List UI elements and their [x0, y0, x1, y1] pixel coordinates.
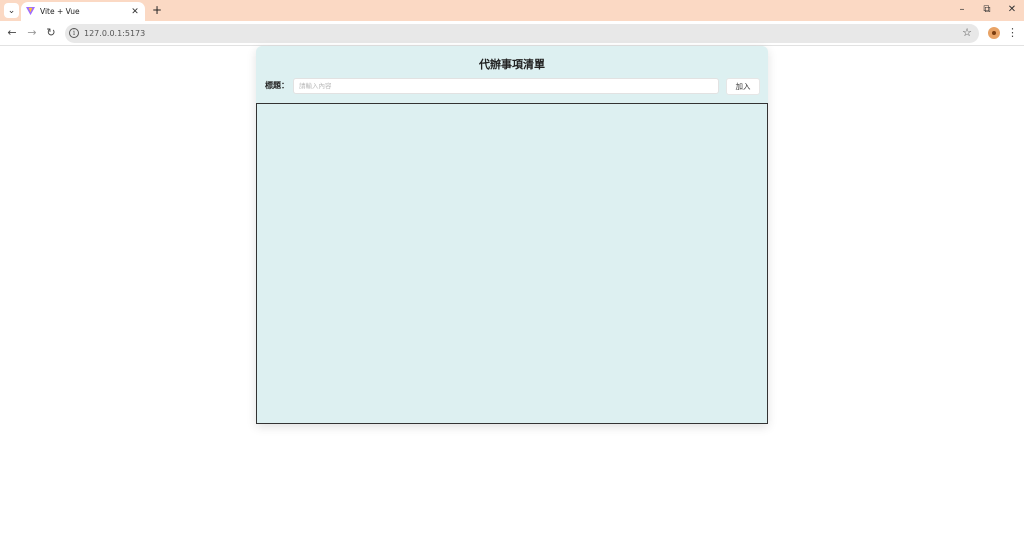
page-title: 代辦事項清單	[479, 58, 545, 71]
browser-toolbar: ← → ↻ i 127.0.0.1:5173 ☆ ⋮	[0, 21, 1024, 46]
address-url[interactable]: 127.0.0.1:5173	[84, 27, 145, 40]
todo-list	[256, 103, 768, 424]
address-bar[interactable]: i 127.0.0.1:5173 ☆	[65, 24, 979, 43]
close-window-button[interactable]: ✕	[1000, 2, 1024, 18]
forward-arrow-icon[interactable]: →	[24, 25, 40, 41]
site-info-icon[interactable]: i	[69, 28, 79, 38]
todo-app: 代辦事項清單 標題： 加入	[256, 46, 768, 424]
minimize-button[interactable]: –	[950, 2, 974, 18]
browser-tab[interactable]: Vite + Vue ✕	[21, 2, 145, 21]
tab-title: Vite + Vue	[40, 7, 80, 16]
tab-close-icon[interactable]: ✕	[129, 7, 141, 17]
back-arrow-icon[interactable]: ←	[4, 25, 20, 41]
profile-avatar-icon[interactable]	[988, 27, 1000, 39]
todo-input[interactable]	[293, 78, 719, 94]
reload-icon[interactable]: ↻	[43, 25, 59, 41]
browser-menu-icon[interactable]: ⋮	[1007, 25, 1018, 41]
vite-logo-icon	[26, 7, 35, 16]
tab-search-chevron-icon[interactable]: ⌄	[4, 3, 19, 18]
title-label: 標題：	[265, 81, 289, 90]
bookmark-star-icon[interactable]: ☆	[962, 26, 972, 40]
browser-tab-strip: ⌄ Vite + Vue ✕ + – ⧉ ✕	[0, 0, 1024, 21]
add-button[interactable]: 加入	[726, 78, 760, 95]
restore-button[interactable]: ⧉	[975, 2, 999, 18]
new-tab-button[interactable]: +	[150, 3, 164, 17]
